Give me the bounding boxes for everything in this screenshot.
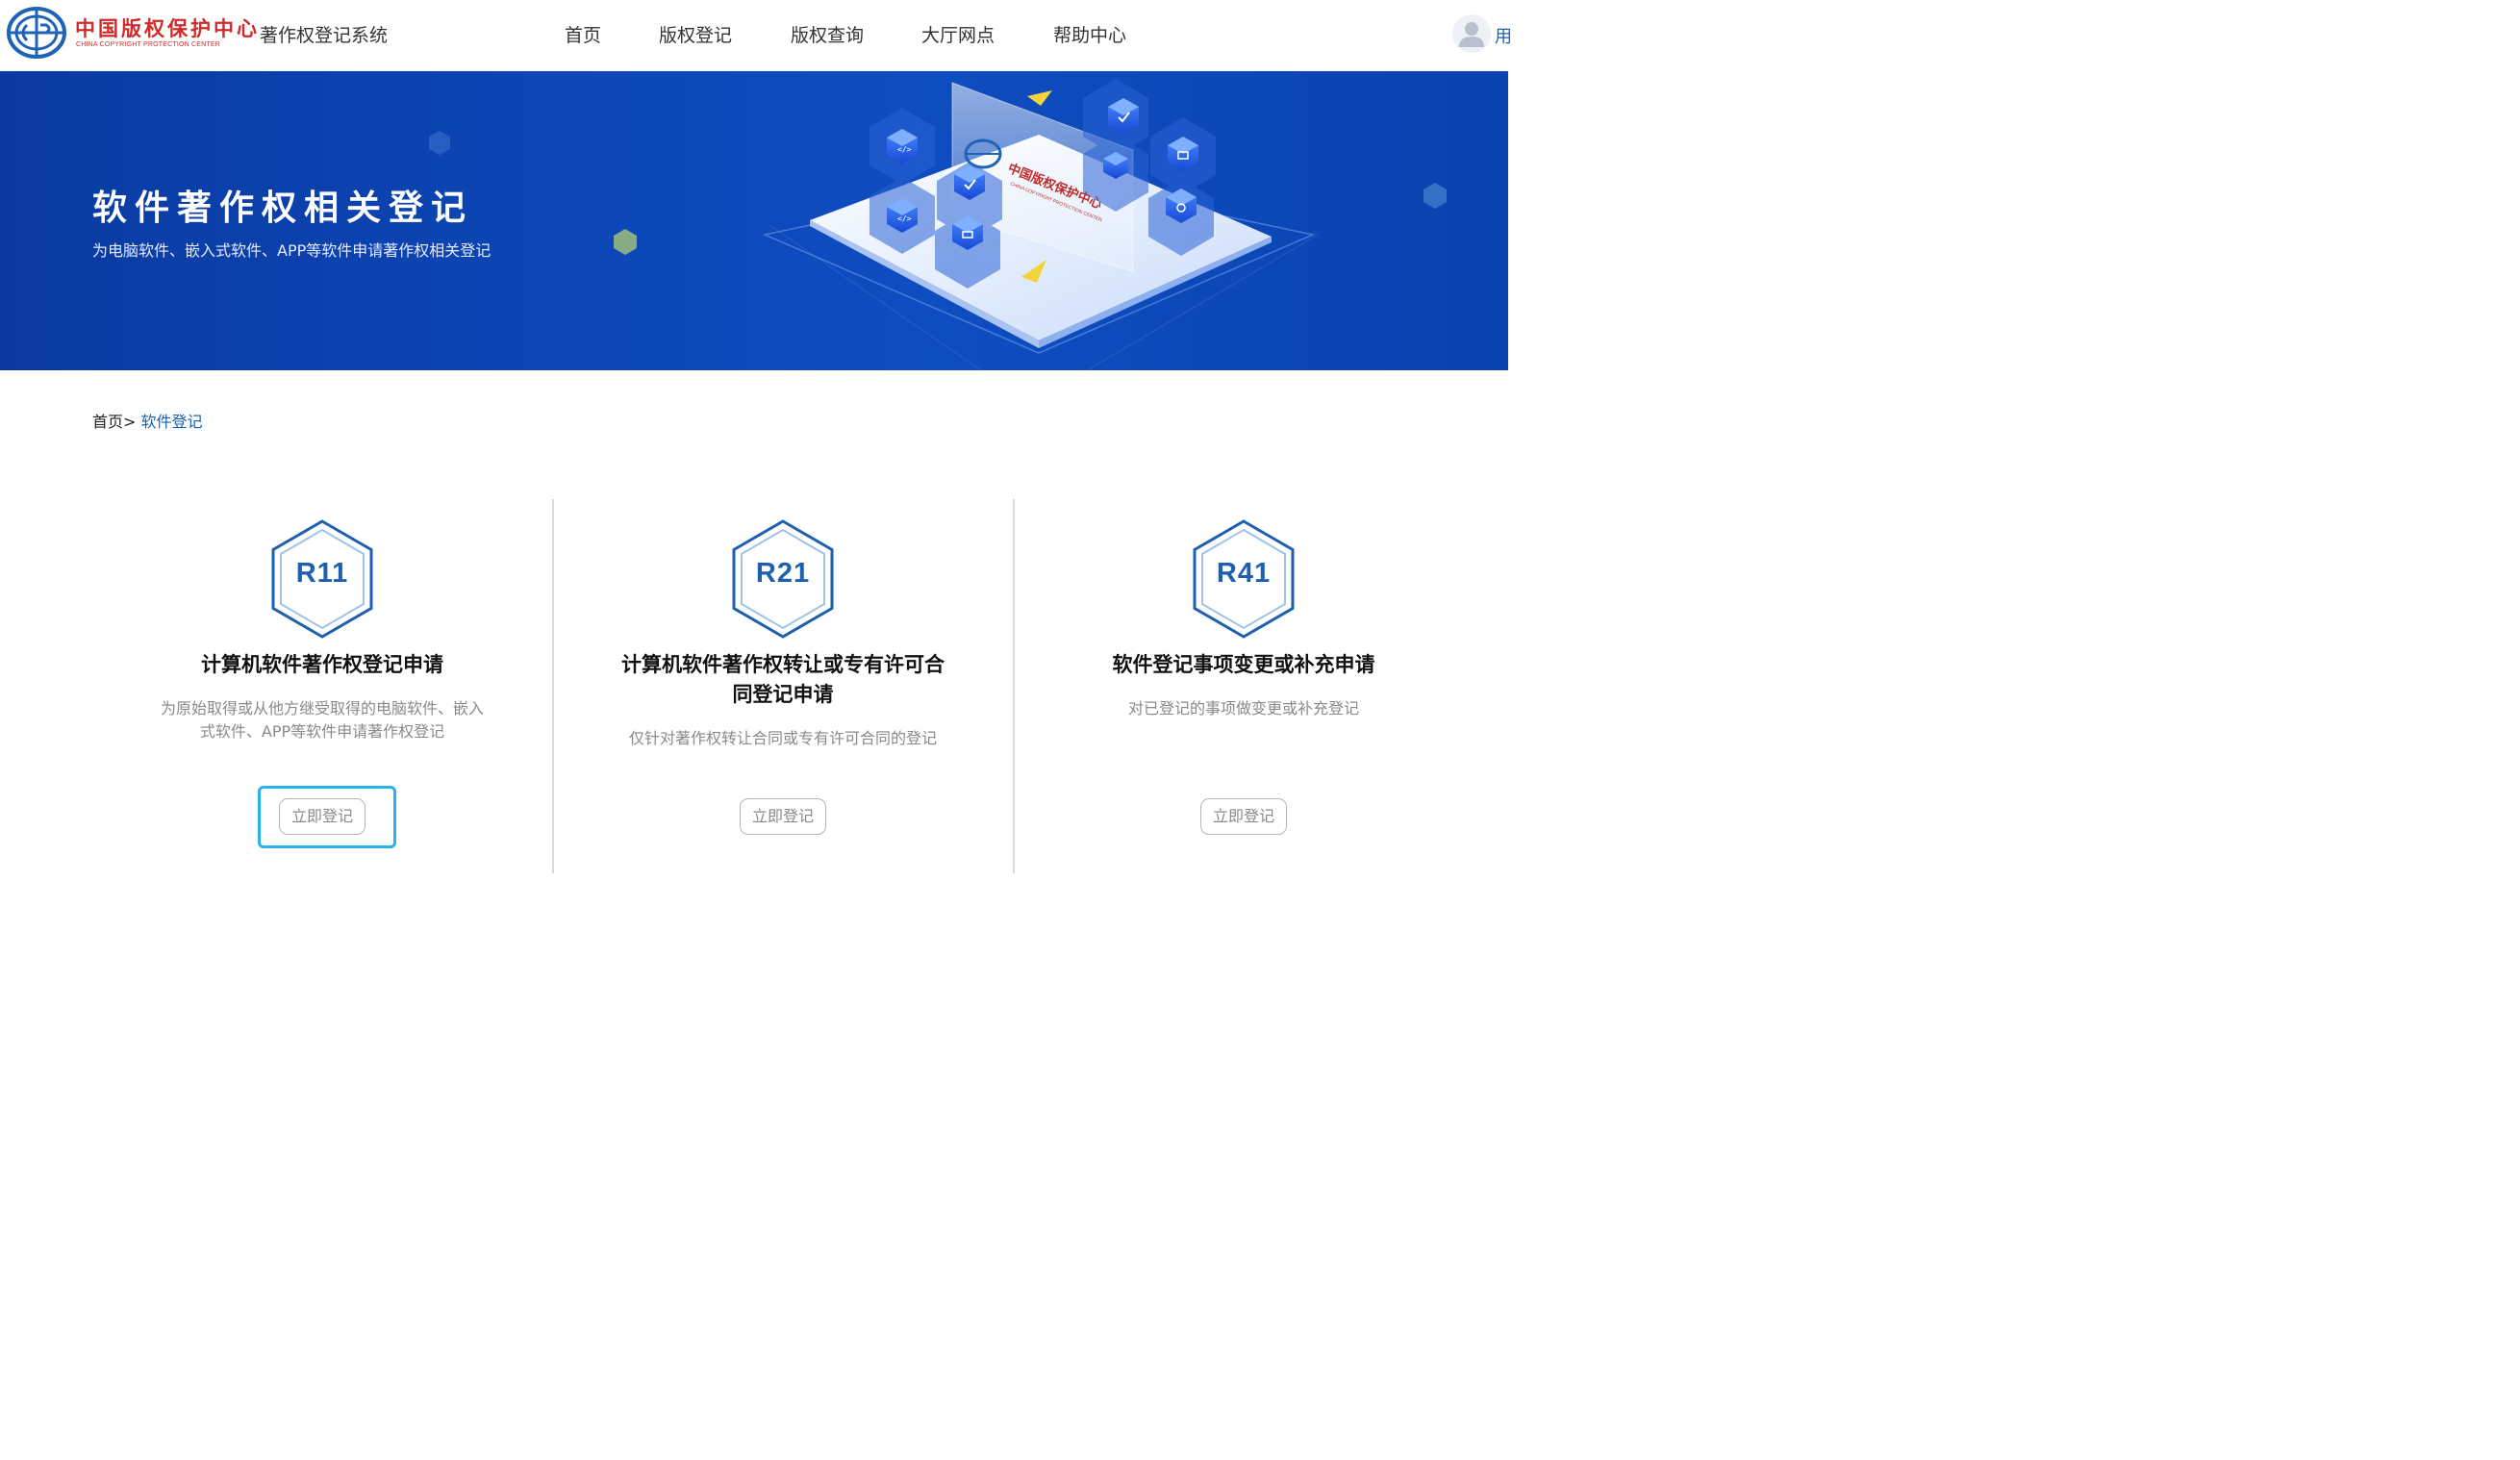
arrow-decor-icon xyxy=(1027,90,1052,106)
nav-home[interactable]: 首页 xyxy=(565,21,601,47)
breadcrumb-separator: > xyxy=(123,413,137,431)
cpcc-logo-icon[interactable] xyxy=(6,6,67,60)
card-divider xyxy=(1013,499,1015,873)
banner-title: 软件著作权相关登记 xyxy=(92,189,474,228)
nav-copyright-query[interactable]: 版权查询 xyxy=(791,21,864,47)
logo-chinese-text: 中国版权保护中心 xyxy=(75,16,260,40)
system-title: 著作权登记系统 xyxy=(260,25,389,46)
hero-banner: 中国版权保护中心 CHINA COPYRIGHT PROTECTION CENT… xyxy=(0,71,1508,370)
card-description: 为原始取得或从他方继受取得的电脑软件、嵌入 式软件、APP等软件申请著作权登记 xyxy=(160,699,484,741)
breadcrumb-current: 软件登记 xyxy=(140,413,203,431)
card-divider xyxy=(552,499,554,873)
service-card-r11: R11 计算机软件著作权登记申请 为原始取得或从他方继受取得的电脑软件、嵌入 式… xyxy=(111,519,534,873)
user-icon xyxy=(1459,22,1484,47)
register-now-button[interactable]: 立即登记 xyxy=(1200,798,1287,835)
svg-text:</>: </> xyxy=(897,145,912,154)
breadcrumb-home[interactable]: 首页 xyxy=(92,413,123,431)
service-card-r21: R21 计算机软件著作权转让或专有许可合 同登记申请 仅针对著作权转让合同或专有… xyxy=(571,519,995,873)
card-title: 计算机软件著作权登记申请 xyxy=(201,653,443,676)
nav-copyright-registration[interactable]: 版权登记 xyxy=(659,21,732,47)
nav-help-center[interactable]: 帮助中心 xyxy=(1053,21,1126,47)
user-avatar[interactable] xyxy=(1452,14,1491,53)
user-name-text[interactable]: 用 xyxy=(1495,23,1512,48)
top-header: 中国版权保护中心 CHINA COPYRIGHT PROTECTION CENT… xyxy=(0,0,1512,71)
service-card-r41: R41 软件登记事项变更或补充申请 对已登记的事项做变更或补充登记 立即登记 xyxy=(1032,519,1455,873)
card-code: R11 xyxy=(295,558,349,589)
card-title: 软件登记事项变更或补充申请 xyxy=(1112,653,1375,676)
logo-english-text: CHINA COPYRIGHT PROTECTION CENTER xyxy=(76,41,220,48)
nav-service-halls[interactable]: 大厅网点 xyxy=(921,21,995,47)
breadcrumb: 首页> 软件登记 xyxy=(92,409,203,432)
card-title: 计算机软件著作权转让或专有许可合 同登记申请 xyxy=(621,653,945,706)
card-description: 仅针对著作权转让合同或专有许可合同的登记 xyxy=(628,729,937,747)
register-now-button[interactable]: 立即登记 xyxy=(279,798,365,835)
card-code: R21 xyxy=(755,558,811,589)
register-now-button[interactable]: 立即登记 xyxy=(740,798,826,835)
banner-subtitle: 为电脑软件、嵌入式软件、APP等软件申请著作权相关登记 xyxy=(92,241,491,260)
svg-text:</>: </> xyxy=(897,214,912,223)
card-description: 对已登记的事项做变更或补充登记 xyxy=(1127,699,1359,717)
card-code: R41 xyxy=(1216,558,1272,589)
